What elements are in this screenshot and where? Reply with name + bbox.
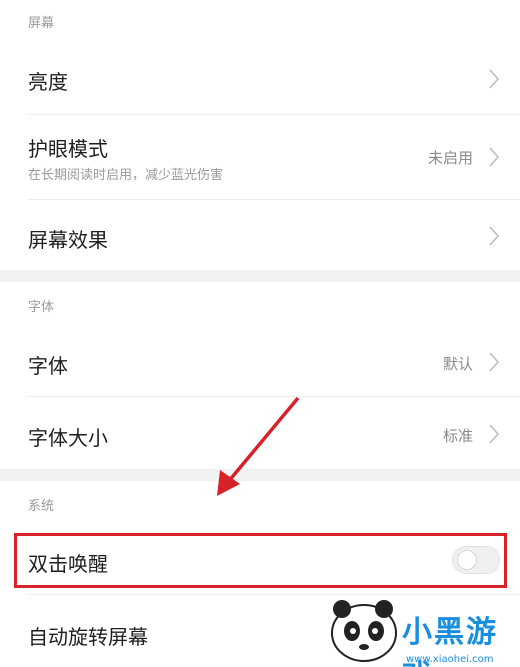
panda-logo-icon (331, 600, 397, 662)
annotation-arrow-icon (217, 396, 300, 496)
watermark: 小黑游戏 www.xiaohei.com (324, 593, 514, 667)
watermark-url: www.xiaohei.com (406, 654, 494, 665)
